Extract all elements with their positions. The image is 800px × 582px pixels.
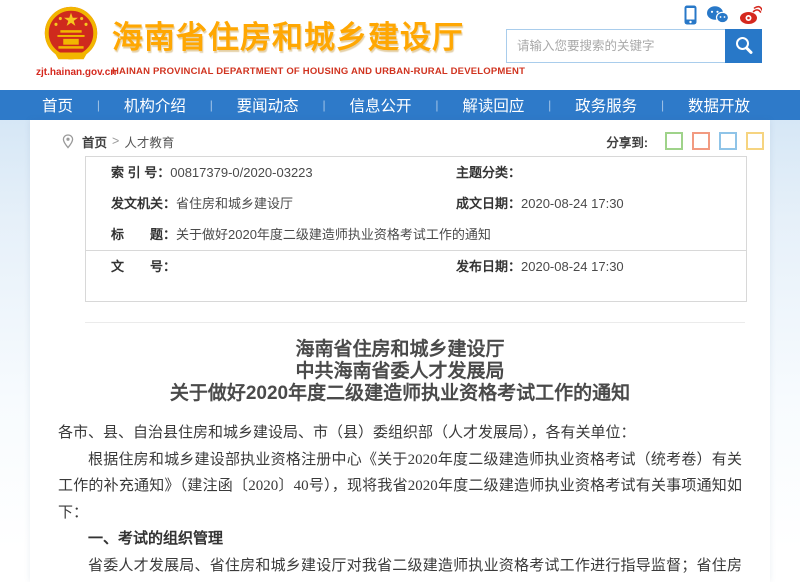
divider	[85, 322, 745, 323]
article-body: 各市、县、自治县住房和城乡建设局、市（县）委组织部（人才发展局），各有关单位： …	[58, 420, 742, 582]
nav-separator: |	[323, 98, 326, 112]
meta-row-agency: 发文机关：省住房和城乡建设厅 成文日期：2020-08-24 17:30	[86, 188, 746, 219]
search-input[interactable]	[506, 29, 725, 63]
meta-written-date-label: 成文日期：	[456, 196, 521, 211]
nav-item-services[interactable]: 政务服务	[575, 94, 637, 116]
meta-topic-label: 主题分类：	[456, 165, 521, 180]
weibo-icon[interactable]	[739, 5, 762, 25]
brand-text: 海南省住房和城乡建设厅 HAINAN PROVINCIAL DEPARTMENT…	[112, 12, 525, 77]
meta-index-label: 索 引 号：	[111, 165, 170, 180]
meta-row-docno: 文 号： 发布日期：2020-08-24 17:30	[86, 250, 746, 301]
nav-item-org[interactable]: 机构介绍	[124, 94, 186, 116]
meta-written-date-value: 2020-08-24 17:30	[521, 196, 624, 211]
main-nav: 首页 | 机构介绍 | 要闻动态 | 信息公开 | 解读回应 | 政务服务 | …	[0, 90, 800, 120]
article-title: 海南省住房和城乡建设厅 中共海南省委人才发展局 关于做好2020年度二级建造师执…	[30, 339, 770, 405]
article-section-heading: 一、考试的组织管理	[58, 526, 742, 553]
nav-separator: |	[435, 98, 438, 112]
breadcrumb-home[interactable]: 首页	[82, 132, 107, 151]
site-subtitle: HAINAN PROVINCIAL DEPARTMENT OF HOUSING …	[112, 66, 525, 77]
meta-agency-value: 省住房和城乡建设厅	[176, 196, 293, 211]
national-emblem-icon	[36, 4, 106, 66]
meta-row-index: 索 引 号：00817379-0/2020-03223 主题分类：	[86, 157, 746, 188]
page: zjt.hainan.gov.cn 海南省住房和城乡建设厅 HAINAN PRO…	[0, 0, 800, 582]
article-title-line-2: 中共海南省委人才发展局	[30, 361, 770, 383]
meta-published-date-label: 发布日期：	[456, 259, 521, 274]
meta-published-date-value: 2020-08-24 17:30	[521, 259, 624, 274]
nav-item-news[interactable]: 要闻动态	[237, 94, 299, 116]
document-meta-table: 索 引 号：00817379-0/2020-03223 主题分类： 发文机关：省…	[85, 156, 747, 302]
article-paragraph-intro: 根据住房和城乡建设部执业资格注册中心《关于2020年度二级建造师执业资格考试（统…	[58, 447, 742, 527]
breadcrumb-current[interactable]: 人才教育	[124, 132, 174, 151]
search-button[interactable]	[725, 29, 762, 63]
article-title-line-3: 关于做好2020年度二级建造师执业资格考试工作的通知	[30, 383, 770, 405]
article-paragraph-section-body: 省委人才发展局、省住房和城乡建设厅对我省二级建造师执业资格考试工作进行指导监督；…	[58, 553, 742, 582]
meta-title-value: 关于做好2020年度二级建造师执业资格考试工作的通知	[176, 227, 491, 242]
nav-separator: |	[210, 98, 213, 112]
nav-separator: |	[661, 98, 664, 112]
meta-title-label: 标 题：	[111, 227, 176, 242]
site-header: zjt.hainan.gov.cn 海南省住房和城乡建设厅 HAINAN PRO…	[0, 0, 800, 90]
breadcrumb-separator: >	[112, 134, 119, 148]
nav-item-data[interactable]: 数据开放	[688, 94, 750, 116]
meta-docno-label: 文 号：	[111, 259, 176, 274]
header-right	[506, 4, 762, 63]
breadcrumb: 首页 > 人才教育 分享到:	[30, 120, 770, 152]
site-url: zjt.hainan.gov.cn	[36, 67, 106, 78]
share-label: 分享到:	[606, 132, 648, 151]
article-title-line-1: 海南省住房和城乡建设厅	[30, 339, 770, 361]
location-pin-icon	[62, 134, 74, 149]
article-paragraph-salutation: 各市、县、自治县住房和城乡建设局、市（县）委组织部（人才发展局），各有关单位：	[58, 420, 742, 447]
nav-item-home[interactable]: 首页	[42, 94, 73, 116]
wechat-icon[interactable]	[706, 5, 730, 25]
search-bar	[506, 29, 762, 63]
quick-icons	[506, 4, 762, 26]
search-icon	[734, 35, 754, 58]
share-button-4[interactable]	[746, 132, 764, 150]
content-panel: 首页 > 人才教育 分享到: 索 引 号：00817379-0/2020-032…	[30, 120, 770, 582]
site-title: 海南省住房和城乡建设厅	[112, 12, 525, 57]
nav-separator: |	[97, 98, 100, 112]
share-button-3[interactable]	[719, 132, 737, 150]
meta-row-title: 标 题：关于做好2020年度二级建造师执业资格考试工作的通知	[86, 219, 746, 250]
share-button-1[interactable]	[665, 132, 683, 150]
meta-agency-label: 发文机关：	[111, 196, 176, 211]
page-body: 首页 > 人才教育 分享到: 索 引 号：00817379-0/2020-032…	[0, 120, 800, 582]
share-button-2[interactable]	[692, 132, 710, 150]
nav-item-info[interactable]: 信息公开	[349, 94, 411, 116]
nav-item-response[interactable]: 解读回应	[462, 94, 524, 116]
site-logo-link[interactable]: zjt.hainan.gov.cn	[36, 4, 106, 78]
nav-separator: |	[548, 98, 551, 112]
meta-index-value: 00817379-0/2020-03223	[170, 165, 312, 180]
mobile-icon[interactable]	[684, 5, 697, 25]
